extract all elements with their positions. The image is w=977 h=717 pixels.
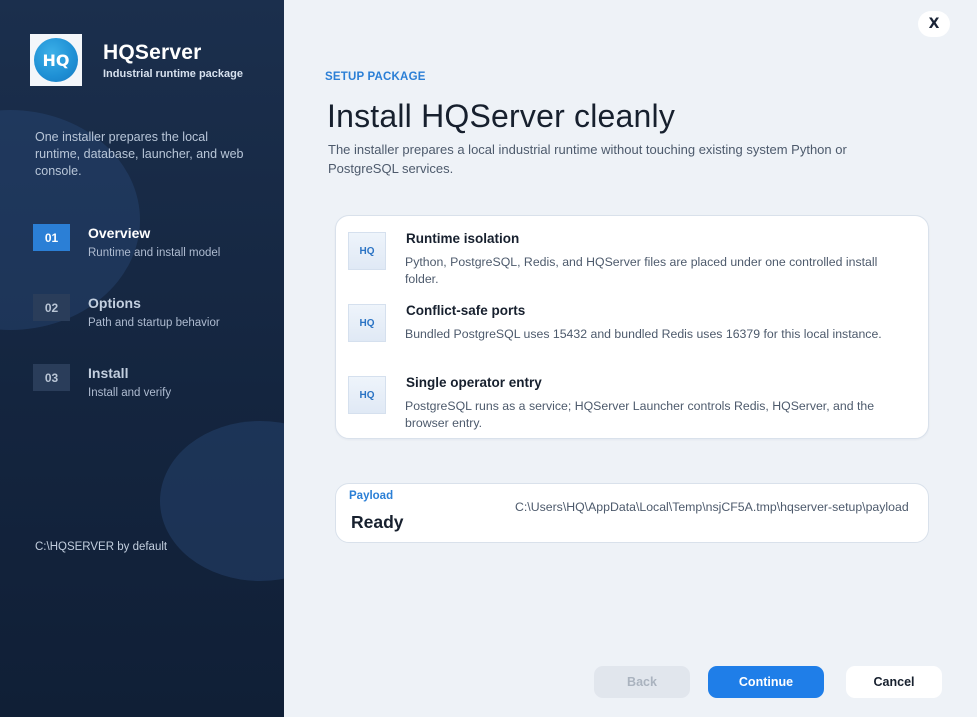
app-logo: HQ xyxy=(30,34,82,86)
brand-text: HQServer Industrial runtime package xyxy=(103,41,243,80)
continue-button[interactable]: Continue xyxy=(708,666,824,698)
brand: HQ HQServer Industrial runtime package xyxy=(30,34,243,86)
installer-window: HQ HQServer Industrial runtime package O… xyxy=(0,0,977,717)
step-install[interactable]: 03 Install Install and verify xyxy=(33,364,220,434)
page-subtitle: The installer prepares a local industria… xyxy=(328,142,847,176)
step-number: 03 xyxy=(33,364,70,391)
cancel-button[interactable]: Cancel xyxy=(846,666,942,698)
logo-icon: HQ xyxy=(34,38,78,82)
hq-icon: HQ xyxy=(348,376,386,414)
step-subtitle: Install and verify xyxy=(88,387,172,399)
back-button[interactable]: Back xyxy=(594,666,690,698)
hq-icon: HQ xyxy=(348,304,386,342)
step-options[interactable]: 02 Options Path and startup behavior xyxy=(33,294,220,364)
step-title: Install xyxy=(88,365,129,381)
step-subtitle: Path and startup behavior xyxy=(88,317,220,329)
step-text: Options Path and startup behavior xyxy=(88,294,220,364)
brand-subtitle: Industrial runtime package xyxy=(103,67,243,80)
features-card: HQ Runtime isolation Python, PostgreSQL,… xyxy=(335,215,929,439)
step-text: Overview Runtime and install model xyxy=(88,224,220,294)
feature-description: Bundled PostgreSQL uses 15432 and bundle… xyxy=(405,327,882,341)
step-text: Install Install and verify xyxy=(88,364,171,434)
step-list: 01 Overview Runtime and install model 02… xyxy=(33,224,220,434)
step-title: Options xyxy=(88,295,141,311)
hq-icon: HQ xyxy=(348,232,386,270)
feature-description: Python, PostgreSQL, Redis, and HQServer … xyxy=(405,255,878,286)
feature-title: Runtime isolation xyxy=(406,231,520,246)
payload-path: C:\Users\HQ\AppData\Local\Temp\nsjCF5A.t… xyxy=(515,500,909,514)
step-overview[interactable]: 01 Overview Runtime and install model xyxy=(33,224,220,294)
sidebar-description: One installer prepares the local runtime… xyxy=(35,130,244,178)
payload-card: Payload Ready C:\Users\HQ\AppData\Local\… xyxy=(335,483,929,543)
main-panel: X SETUP PACKAGE Install HQServer cleanly… xyxy=(284,0,977,717)
step-number: 02 xyxy=(33,294,70,321)
feature-title: Conflict-safe ports xyxy=(406,303,526,318)
decorative-circle xyxy=(160,421,284,581)
install-path-default: C:\HQSERVER by default xyxy=(35,541,168,553)
page-title: Install HQServer cleanly xyxy=(327,98,676,134)
feature-title: Single operator entry xyxy=(406,375,542,390)
payload-status: Ready xyxy=(351,512,404,532)
brand-name: HQServer xyxy=(103,40,202,64)
step-subtitle: Runtime and install model xyxy=(88,247,221,259)
section-kicker: SETUP PACKAGE xyxy=(325,71,426,83)
step-title: Overview xyxy=(88,225,151,241)
step-number: 01 xyxy=(33,224,70,251)
payload-label: Payload xyxy=(349,490,394,502)
feature-description: PostgreSQL runs as a service; HQServer L… xyxy=(405,399,875,430)
sidebar: HQ HQServer Industrial runtime package O… xyxy=(0,0,284,717)
close-button[interactable]: X xyxy=(918,11,950,37)
